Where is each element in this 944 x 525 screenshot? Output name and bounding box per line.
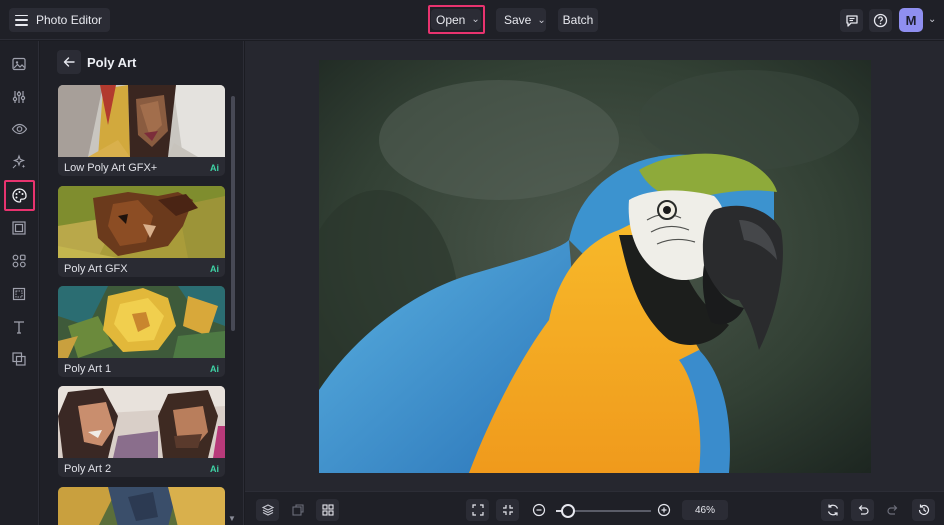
batch-label: Batch [562,13,594,27]
arrow-left-icon [63,56,75,68]
zoom-percentage[interactable]: 46% [682,500,728,520]
back-button[interactable] [57,50,81,74]
app-menu-button[interactable]: Photo Editor [9,8,111,32]
adjust-sliders-icon [11,89,27,105]
effect-card-poly-art-1[interactable]: Poly Art 1 Ai [58,286,225,377]
redo-button[interactable] [881,499,904,521]
expand-icon [471,503,485,517]
compare-button[interactable] [286,499,309,521]
user-avatar[interactable]: M [899,8,923,32]
effect-thumbnail [58,386,225,458]
shrink-icon [501,503,515,517]
chevron-down-icon: ⌄ [537,14,546,26]
app-title: Photo Editor [36,13,103,27]
save-label: Save [504,13,532,27]
panel-scrollbar[interactable] [231,96,235,331]
undo-button[interactable] [851,499,874,521]
text-icon [11,319,27,335]
effects-panel: Poly Art Low Poly Art GFX+ Ai Poly Art G… [40,41,244,525]
parrot-photo[interactable] [319,60,871,473]
save-button[interactable]: Save ⌄ [496,8,546,32]
help-icon [873,13,888,28]
ai-badge: Ai [210,464,219,474]
top-bar: Photo Editor Open ⌄ Save ⌄ Batch M ⌄ [0,0,944,40]
undo-icon [856,503,870,517]
effect-card-poly-art-2[interactable]: Poly Art 2 Ai [58,386,225,477]
rail-item-adjust[interactable] [8,86,30,108]
rail-item-frames[interactable] [8,217,30,239]
rail-item-textures[interactable] [8,283,30,305]
effect-thumbnail [58,186,225,258]
graphics-icon [11,253,27,269]
scroll-down-icon[interactable]: ▼ [228,514,236,523]
effect-card-low-poly-art-gfx-plus[interactable]: Low Poly Art GFX+ Ai [58,85,225,176]
effect-card-poly-art-gfx[interactable]: Poly Art GFX Ai [58,186,225,277]
effect-thumbnail [58,85,225,157]
image-icon [11,56,27,72]
rail-item-image[interactable] [8,53,30,75]
panel-title: Poly Art [87,55,137,70]
fit-to-screen-button[interactable] [466,499,489,521]
rail-item-overlays[interactable] [8,348,30,370]
history-icon [917,503,931,517]
effect-card-label: Poly Art 1 [64,363,112,375]
texture-icon [11,286,27,302]
rail-item-text[interactable] [8,316,30,338]
ai-badge: Ai [210,163,219,173]
overlay-icon [11,351,27,367]
chevron-down-icon: ⌄ [471,14,480,25]
help-button[interactable] [869,9,892,32]
actual-size-button[interactable] [496,499,519,521]
effect-thumbnail [58,286,225,358]
effect-card-label: Low Poly Art GFX+ [64,162,158,174]
chevron-down-icon[interactable]: ⌄ [928,14,936,25]
rail-item-effects[interactable] [8,151,30,173]
effect-card-partial[interactable] [58,487,225,525]
artsy-palette-icon [11,187,28,204]
grid-icon [321,503,335,517]
zoom-in-button[interactable] [652,499,675,521]
feedback-icon [845,14,859,28]
zoom-out-icon [532,503,546,517]
grid-view-button[interactable] [316,499,339,521]
effect-card-label: Poly Art GFX [64,263,128,275]
refresh-icon [826,503,840,517]
eye-icon [11,121,28,137]
ai-badge: Ai [210,264,219,274]
tool-rail [0,41,39,525]
batch-button[interactable]: Batch [558,8,598,32]
feedback-button[interactable] [840,9,863,32]
open-button[interactable]: Open ⌄ [431,9,481,30]
zoom-out-button[interactable] [527,499,550,521]
sparkle-effects-icon [11,154,27,170]
effect-card-label: Poly Art 2 [64,463,112,475]
zoom-in-icon [657,503,671,517]
redo-icon [886,503,900,517]
layers-button[interactable] [256,499,279,521]
frame-icon [11,220,27,236]
zoom-slider-handle[interactable] [561,504,575,518]
history-button[interactable] [912,499,935,521]
hamburger-menu-icon [15,14,28,26]
flip-rotate-button[interactable] [821,499,844,521]
rail-item-touch-up[interactable] [8,118,30,140]
ai-badge: Ai [210,364,219,374]
open-label: Open [436,12,466,27]
rail-item-artsy[interactable] [8,184,30,206]
compare-icon [291,503,305,517]
layers-icon [261,503,275,517]
bottom-toolbar: 46% [245,491,944,525]
rail-item-graphics[interactable] [8,250,30,272]
